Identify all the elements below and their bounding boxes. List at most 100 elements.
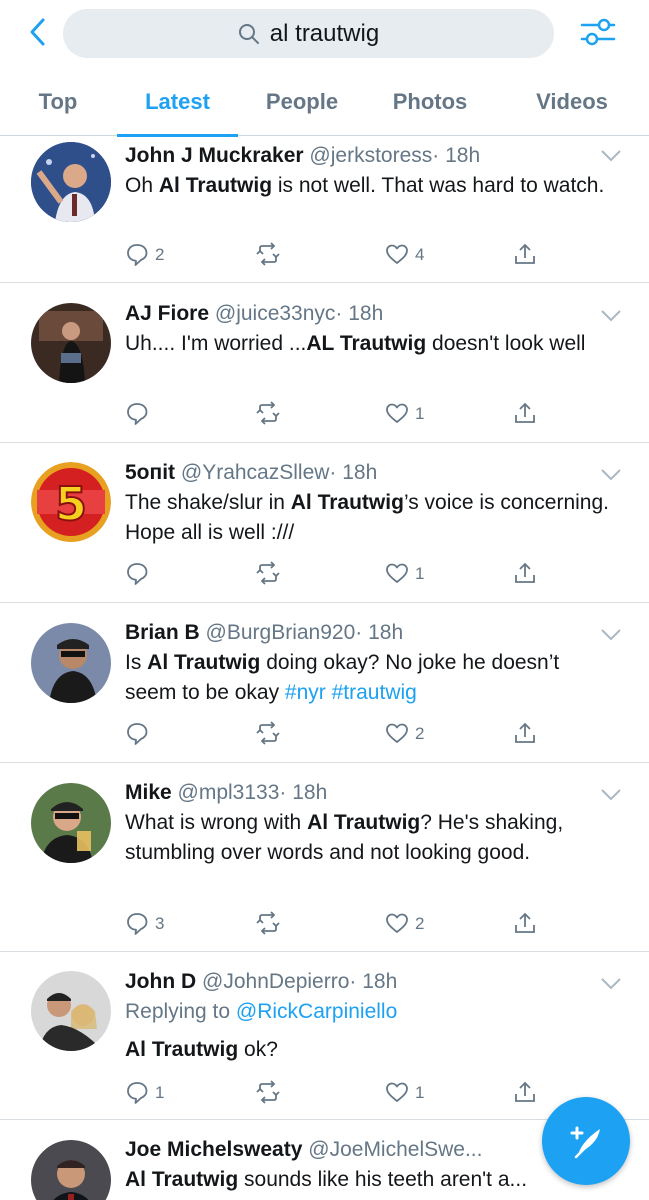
reply-button[interactable]	[125, 399, 155, 429]
avatar[interactable]	[31, 303, 111, 383]
tweet[interactable]: 5 5oпit @YrahcazSllew· 18h The shake/slu…	[0, 443, 649, 603]
retweet-button[interactable]	[255, 1078, 285, 1108]
share-icon	[515, 243, 535, 264]
like-button[interactable]: 4	[385, 240, 424, 270]
tab-latest[interactable]: Latest	[117, 68, 238, 137]
like-button[interactable]: 2	[385, 719, 424, 749]
tweet-text: Is Al Trautwig doing okay? No joke he do…	[125, 648, 609, 708]
tab-people[interactable]: People	[250, 68, 354, 136]
share-button[interactable]	[513, 909, 539, 939]
tweet-text: Uh.... I'm worried ...AL Trautwig doesn'…	[125, 329, 609, 359]
retweet-button[interactable]	[255, 559, 285, 589]
reply-icon	[127, 1082, 148, 1104]
avatar[interactable]	[31, 783, 111, 863]
handle[interactable]: @mpl3133	[178, 781, 280, 804]
share-button[interactable]	[513, 240, 539, 270]
reply-button[interactable]	[125, 559, 155, 589]
reply-mention-link[interactable]: @RickCarpiniello	[236, 1000, 397, 1023]
handle[interactable]: @juice33nyc	[215, 302, 336, 325]
handle[interactable]: @JohnDepierro	[202, 970, 349, 993]
display-name[interactable]: Joe Michelsweaty	[125, 1138, 302, 1161]
timestamp: · 18h	[279, 781, 328, 804]
reply-button[interactable]: 3	[125, 909, 164, 939]
retweet-icon	[256, 242, 280, 266]
tab-videos[interactable]: Videos	[518, 68, 626, 136]
text-run: is not well. That was hard to watch.	[272, 174, 605, 197]
avatar[interactable]	[31, 971, 111, 1051]
retweet-button[interactable]	[255, 399, 285, 429]
text-run: ok?	[238, 1038, 278, 1061]
like-count: 4	[415, 245, 425, 264]
highlighted-term: Al Trautwig	[290, 491, 404, 514]
reply-button[interactable]: 2	[125, 240, 164, 270]
share-button[interactable]	[513, 719, 539, 749]
search-header: al trautwig	[0, 0, 649, 60]
display-name[interactable]: AJ Fiore	[125, 302, 209, 325]
avatar[interactable]	[31, 142, 111, 222]
reply-icon	[127, 913, 148, 935]
like-button[interactable]: 1	[385, 1078, 424, 1108]
tab-photos[interactable]: Photos	[378, 68, 482, 136]
tweet-actions: 32	[125, 909, 545, 939]
chevron-down-icon[interactable]	[600, 788, 622, 802]
avatar[interactable]	[31, 623, 111, 703]
like-count: 2	[415, 724, 425, 743]
chevron-down-icon[interactable]	[600, 628, 622, 642]
handle[interactable]: @BurgBrian920	[206, 621, 356, 644]
retweet-icon	[256, 401, 280, 425]
reply-icon	[127, 403, 148, 425]
text-run: Uh.... I'm worried ...	[125, 332, 307, 355]
hashtag-link[interactable]: #trautwig	[332, 681, 417, 704]
tweet-body: John D @JohnDepierro· 18h Replying to @R…	[125, 967, 609, 1065]
tweet[interactable]: AJ Fiore @juice33nyc· 18h Uh.... I'm wor…	[0, 283, 649, 443]
like-button[interactable]: 1	[385, 399, 424, 429]
reply-icon	[127, 563, 148, 585]
tweet-header: 5oпit @YrahcazSllew· 18h	[125, 458, 609, 488]
heart-icon	[386, 244, 408, 264]
retweet-icon	[256, 911, 280, 935]
avatar[interactable]: 5	[31, 462, 111, 542]
display-name[interactable]: Brian B	[125, 621, 200, 644]
avatar[interactable]	[31, 1140, 111, 1200]
retweet-button[interactable]	[255, 909, 285, 939]
heart-icon	[386, 563, 408, 583]
display-name[interactable]: 5oпit	[125, 461, 175, 484]
share-button[interactable]	[513, 399, 539, 429]
search-filter-button[interactable]	[578, 14, 618, 50]
reply-button[interactable]	[125, 719, 155, 749]
like-button[interactable]: 1	[385, 559, 424, 589]
share-button[interactable]	[513, 1078, 539, 1108]
tweet[interactable]: John D @JohnDepierro· 18h Replying to @R…	[0, 952, 649, 1120]
handle[interactable]: @YrahcazSllew	[181, 461, 330, 484]
chevron-down-icon[interactable]	[600, 468, 622, 482]
chevron-down-icon[interactable]	[600, 149, 622, 163]
share-button[interactable]	[513, 559, 539, 589]
replying-to-label: Replying to	[125, 1000, 236, 1023]
text-run: doesn't look well	[426, 332, 586, 355]
back-button[interactable]	[22, 14, 52, 50]
chevron-down-icon[interactable]	[600, 309, 622, 323]
reply-count: 2	[155, 245, 165, 264]
display-name[interactable]: Mike	[125, 781, 172, 804]
highlighted-term: AL Trautwig	[306, 332, 427, 355]
tweet[interactable]: Brian B @BurgBrian920· 18h Is Al Trautwi…	[0, 603, 649, 763]
display-name[interactable]: John J Muckraker	[125, 144, 304, 167]
tweet[interactable]: John J Muckraker @jerkstoress· 18h Oh Al…	[0, 137, 649, 283]
tweet[interactable]: Mike @mpl3133· 18h What is wrong with Al…	[0, 763, 649, 952]
retweet-button[interactable]	[255, 240, 285, 270]
reply-button[interactable]: 1	[125, 1078, 164, 1108]
search-tabs: Top Latest People Photos Videos	[0, 68, 649, 137]
chevron-down-icon[interactable]	[600, 977, 622, 991]
handle[interactable]: @JoeMichelSwe...	[308, 1138, 482, 1161]
hashtag-link[interactable]: #nyr	[285, 681, 326, 704]
compose-tweet-button[interactable]	[542, 1097, 630, 1185]
tab-top[interactable]: Top	[20, 68, 96, 136]
retweet-button[interactable]	[255, 719, 285, 749]
like-button[interactable]: 2	[385, 909, 424, 939]
handle[interactable]: @jerkstoress	[309, 144, 432, 167]
tweet-text: The shake/slur in Al Trautwig’s voice is…	[125, 488, 609, 548]
search-input[interactable]: al trautwig	[63, 9, 554, 58]
text-run: sounds like his teeth aren't a...	[238, 1168, 528, 1191]
highlighted-term: Al Trautwig	[147, 651, 261, 674]
display-name[interactable]: John D	[125, 970, 196, 993]
